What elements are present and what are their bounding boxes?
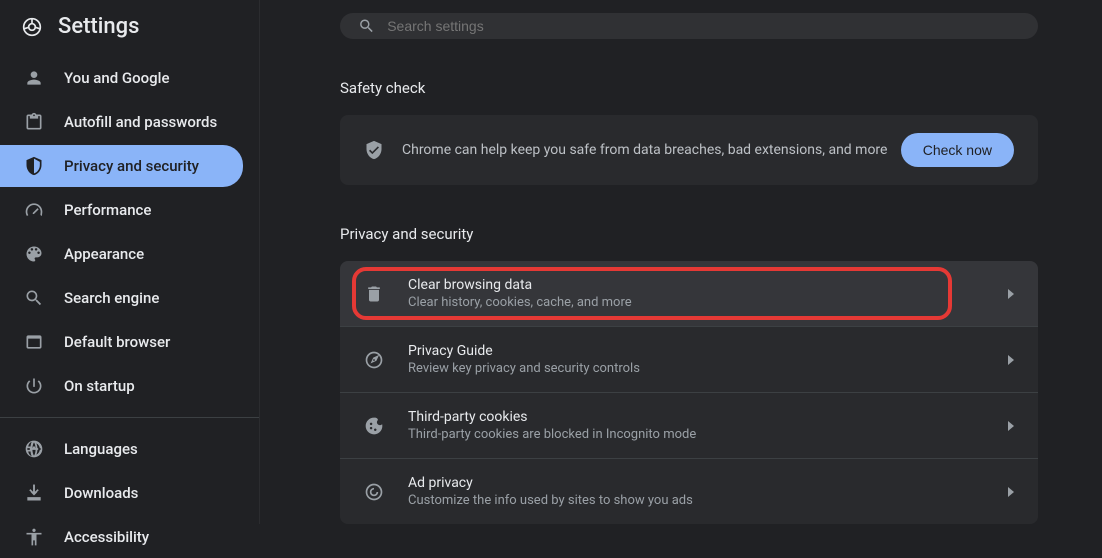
safety-check-card: Chrome can help keep you safe from data … xyxy=(340,115,1038,185)
row-subtitle: Review key privacy and security controls xyxy=(408,361,1008,376)
chevron-right-icon xyxy=(1008,487,1014,497)
nav-label: Accessibility xyxy=(64,528,149,546)
row-title: Ad privacy xyxy=(408,475,1008,491)
nav-label: Downloads xyxy=(64,484,138,502)
nav-label: Privacy and security xyxy=(64,157,199,175)
ads-icon xyxy=(364,482,384,502)
page-title: Settings xyxy=(58,14,139,39)
nav-label: Default browser xyxy=(64,333,170,351)
row-subtitle: Third-party cookies are blocked in Incog… xyxy=(408,427,1008,442)
shield-icon xyxy=(24,156,44,176)
chevron-right-icon xyxy=(1008,421,1014,431)
row-title: Clear browsing data xyxy=(408,277,1008,293)
search-bar[interactable] xyxy=(340,13,1038,39)
nav-label: Performance xyxy=(64,201,151,219)
section-title-privacy: Privacy and security xyxy=(340,225,1038,243)
shield-icon xyxy=(364,140,384,160)
search-icon xyxy=(24,288,44,308)
globe-icon xyxy=(24,439,44,459)
row-title: Third-party cookies xyxy=(408,409,1008,425)
chevron-right-icon xyxy=(1008,289,1014,299)
chevron-right-icon xyxy=(1008,355,1014,365)
sidebar-item-downloads[interactable]: Downloads xyxy=(0,472,243,514)
power-icon xyxy=(24,376,44,396)
sidebar-item-accessibility[interactable]: Accessibility xyxy=(0,516,243,558)
row-third-party-cookies[interactable]: Third-party cookies Third-party cookies … xyxy=(340,393,1038,459)
main-area: Safety check Chrome can help keep you sa… xyxy=(260,0,1102,524)
content: Safety check Chrome can help keep you sa… xyxy=(260,39,1102,524)
row-privacy-guide[interactable]: Privacy Guide Review key privacy and sec… xyxy=(340,327,1038,393)
nav-label: You and Google xyxy=(64,69,169,87)
sidebar-divider xyxy=(0,417,259,418)
download-icon xyxy=(24,483,44,503)
sidebar-item-privacy-security[interactable]: Privacy and security xyxy=(0,145,243,187)
row-subtitle: Clear history, cookies, cache, and more xyxy=(408,295,1008,310)
search-input[interactable] xyxy=(387,18,1020,34)
person-icon xyxy=(24,68,44,88)
sidebar-item-default-browser[interactable]: Default browser xyxy=(0,321,243,363)
accessibility-icon xyxy=(24,527,44,547)
trash-icon xyxy=(364,284,384,304)
clipboard-icon xyxy=(24,112,44,132)
sidebar-item-you-and-google[interactable]: You and Google xyxy=(0,57,243,99)
compass-icon xyxy=(364,350,384,370)
sidebar-item-search-engine[interactable]: Search engine xyxy=(0,277,243,319)
sidebar-item-on-startup[interactable]: On startup xyxy=(0,365,243,407)
nav-label: Search engine xyxy=(64,289,159,307)
sidebar-item-languages[interactable]: Languages xyxy=(0,428,243,470)
header: Settings xyxy=(0,14,259,57)
palette-icon xyxy=(24,244,44,264)
sidebar: Settings You and Google Autofill and pas… xyxy=(0,0,260,524)
row-subtitle: Customize the info used by sites to show… xyxy=(408,493,1008,508)
privacy-list: Clear browsing data Clear history, cooki… xyxy=(340,261,1038,524)
sidebar-item-appearance[interactable]: Appearance xyxy=(0,233,243,275)
chrome-logo-icon xyxy=(22,17,42,37)
safety-text: Chrome can help keep you safe from data … xyxy=(402,142,901,158)
row-ad-privacy[interactable]: Ad privacy Customize the info used by si… xyxy=(340,459,1038,524)
nav-label: On startup xyxy=(64,377,135,395)
nav-label: Appearance xyxy=(64,245,144,263)
row-clear-browsing-data[interactable]: Clear browsing data Clear history, cooki… xyxy=(340,261,1038,327)
check-now-button[interactable]: Check now xyxy=(901,133,1014,167)
cookie-icon xyxy=(364,416,384,436)
row-title: Privacy Guide xyxy=(408,343,1008,359)
nav-label: Languages xyxy=(64,440,138,458)
speedometer-icon xyxy=(24,200,44,220)
section-title-safety: Safety check xyxy=(340,79,1038,97)
window-icon xyxy=(24,332,44,352)
sidebar-item-performance[interactable]: Performance xyxy=(0,189,243,231)
sidebar-item-autofill[interactable]: Autofill and passwords xyxy=(0,101,243,143)
search-icon xyxy=(358,17,375,35)
nav-label: Autofill and passwords xyxy=(64,113,217,131)
